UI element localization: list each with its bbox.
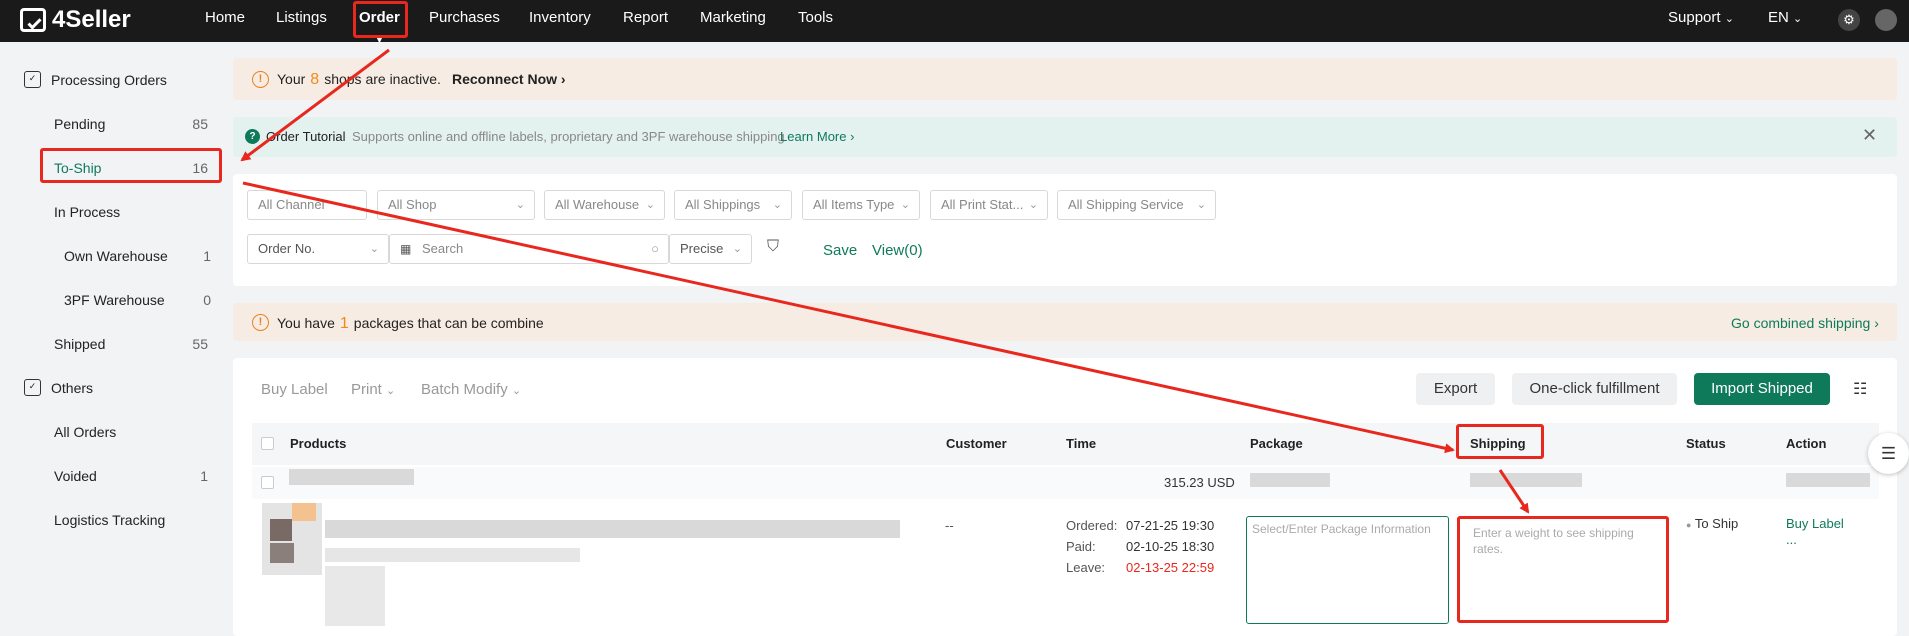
annotation-arrow-toship-to-shipping [242,181,1455,454]
annotation-arrow-order-to-toship [240,48,390,162]
annotation-arrow-shipping-to-rates [1498,469,1530,514]
annotation-arrows [240,48,1530,514]
